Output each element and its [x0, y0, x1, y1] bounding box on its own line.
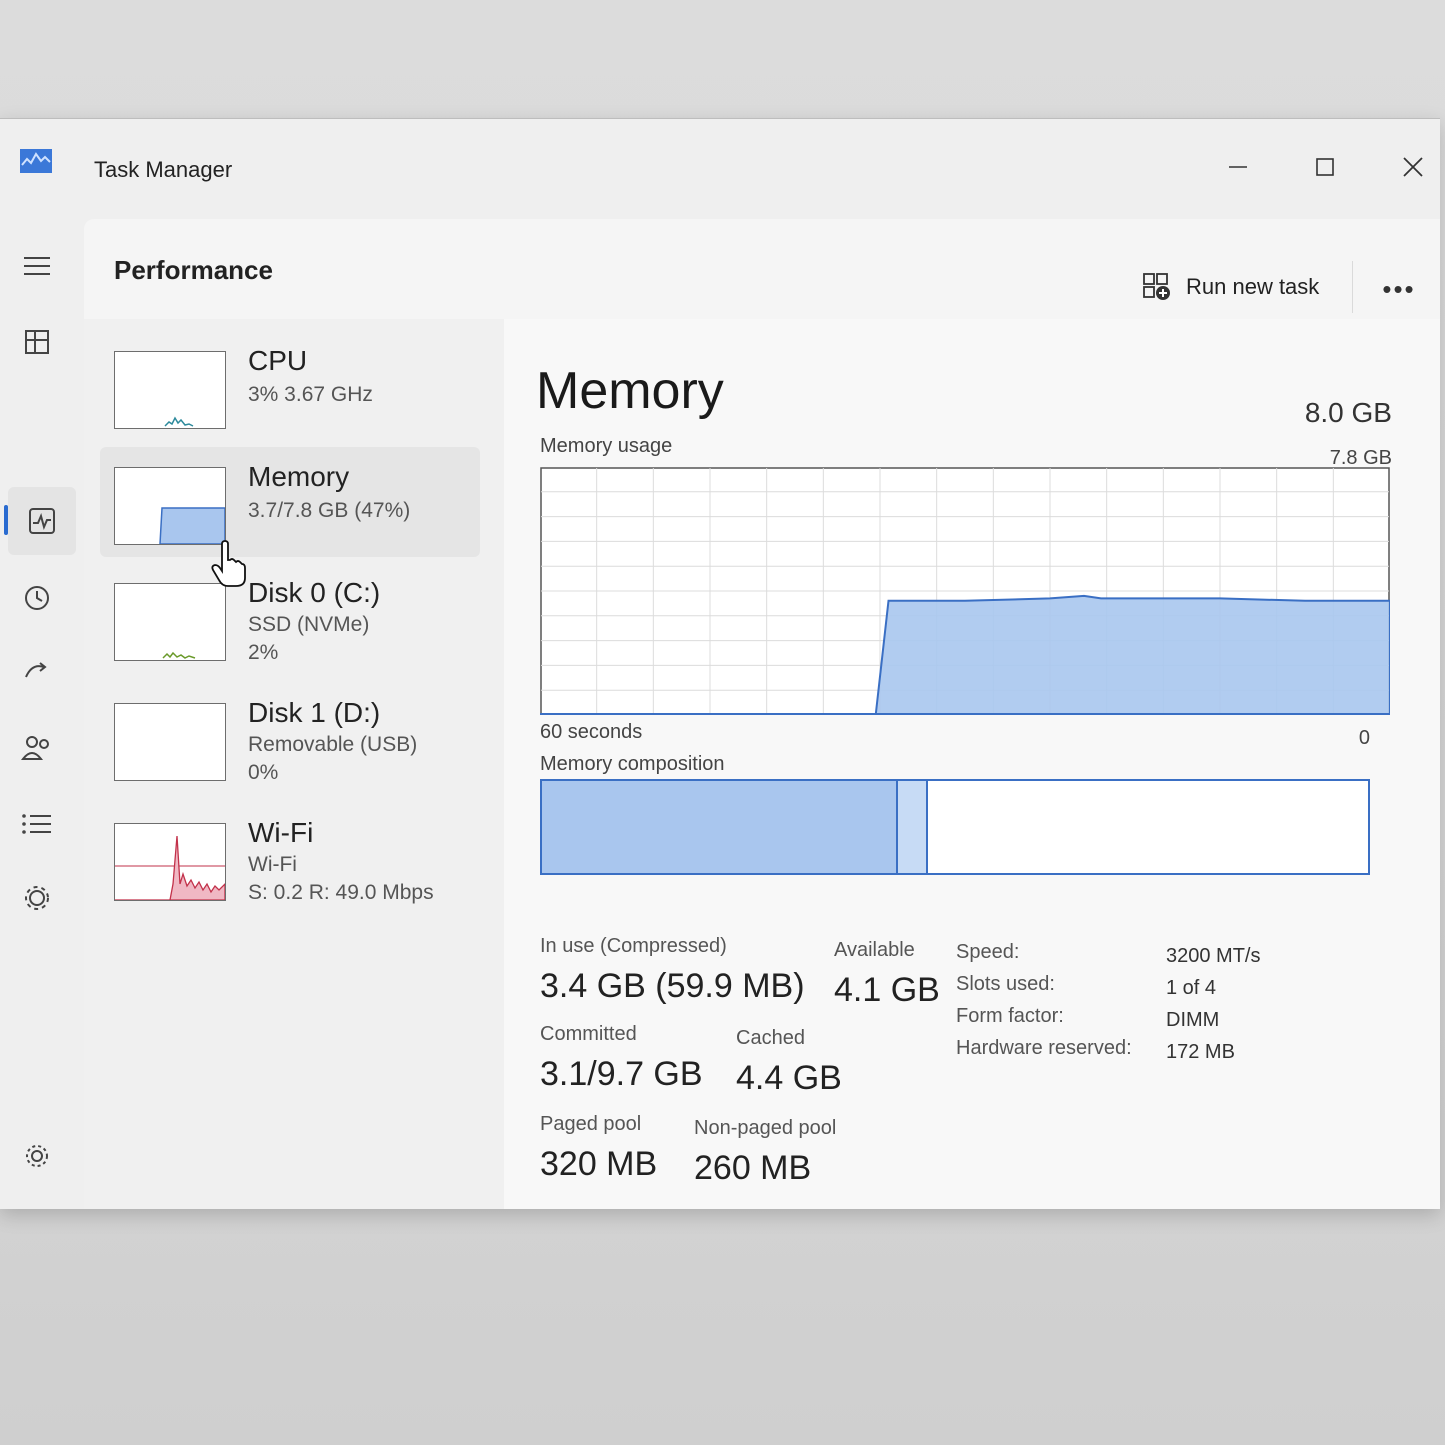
memory-usage-graph: [540, 467, 1390, 715]
paged-pool-label: Paged pool: [540, 1113, 642, 1135]
resource-item-disk0[interactable]: Disk 0 (C:) SSD (NVMe) 2%: [100, 563, 480, 673]
detail-key-slots: Slots used:: [956, 973, 1055, 995]
startup-icon: [25, 662, 47, 678]
resource-item-disk1[interactable]: Disk 1 (D:) Removable (USB) 0%: [100, 683, 480, 793]
resource-item-cpu[interactable]: CPU 3% 3.67 GHz: [100, 331, 480, 441]
run-new-task-icon: [1143, 273, 1170, 300]
settings-gear-icon: [26, 1145, 48, 1167]
performance-icon: [29, 508, 55, 534]
run-new-task-label: Run new task: [1186, 274, 1320, 299]
nav-settings[interactable]: [14, 1133, 60, 1179]
resource-name: Memory: [248, 461, 350, 492]
nav-startup-apps[interactable]: [14, 649, 60, 695]
nav-performance[interactable]: [8, 487, 76, 555]
more-options-icon: •••: [1382, 273, 1416, 304]
processes-icon: [25, 330, 49, 354]
content-pane: Performance Run new task ••• CPU 3% 3.67…: [84, 219, 1440, 1209]
resource-detail: SSD (NVMe): [248, 613, 370, 636]
task-manager-app-icon: [20, 149, 52, 173]
detail-value-speed: 3200 MT/s: [1166, 945, 1261, 967]
resource-detail: Wi-Fi: [248, 853, 297, 876]
cached-value: 4.4 GB: [736, 1059, 842, 1097]
non-paged-pool-label: Non-paged pool: [694, 1117, 837, 1139]
detail-key-speed: Speed:: [956, 941, 1020, 963]
disk0-thumbnail-graph: [114, 583, 226, 661]
cpu-thumbnail-graph: [114, 351, 226, 429]
run-new-task-button[interactable]: Run new task: [1142, 269, 1319, 305]
details-list-icon: [22, 814, 51, 834]
available-label: Available: [834, 939, 915, 961]
window-title: Task Manager: [94, 157, 233, 182]
memory-title: Memory: [536, 362, 724, 420]
paged-pool-value: 320 MB: [540, 1145, 658, 1183]
committed-label: Committed: [540, 1023, 637, 1045]
memory-usage-label: Memory usage: [540, 435, 673, 457]
close-button[interactable]: [1391, 145, 1435, 189]
hand-pointer-cursor-icon: [211, 540, 246, 587]
memory-composition-bar: [540, 779, 1370, 875]
resource-usage: 0%: [248, 761, 279, 784]
minimize-button[interactable]: [1216, 145, 1260, 189]
resource-name: Disk 1 (D:): [248, 697, 381, 728]
committed-value: 3.1/9.7 GB: [540, 1055, 703, 1093]
title-bar: Task Manager: [0, 119, 1440, 219]
nav-services[interactable]: [14, 875, 60, 921]
in-use-label: In use (Compressed): [540, 935, 727, 957]
maximize-button[interactable]: [1303, 145, 1347, 189]
resource-name: Wi-Fi: [248, 817, 314, 848]
page-header: Performance Run new task •••: [84, 219, 1440, 320]
memory-thumbnail-graph: [114, 467, 226, 545]
page-title: Performance: [114, 255, 273, 285]
maximize-icon: [1316, 158, 1334, 176]
detail-value-slots: 1 of 4: [1166, 977, 1217, 999]
memory-total: 8.0 GB: [1304, 397, 1392, 428]
detail-key-hardware-reserved: Hardware reserved:: [956, 1037, 1132, 1059]
detail-key-form-factor: Form factor:: [956, 1005, 1064, 1027]
graph-time-span: 60 seconds: [540, 721, 643, 743]
resource-list: CPU 3% 3.67 GHz Memory 3.7/7.8 GB (47%) …: [84, 319, 504, 1209]
navigation-rail: [0, 219, 84, 1209]
resource-usage: 2%: [248, 641, 279, 664]
available-value: 4.1 GB: [834, 971, 940, 1009]
hamburger-menu-button[interactable]: [14, 243, 60, 289]
memory-detail-panel: Memory 8.0 GB Memory usage 7.8 GB 60 sec…: [504, 319, 1440, 1209]
nav-app-history[interactable]: [14, 575, 60, 621]
resource-throughput: S: 0.2 R: 49.0 Mbps: [248, 881, 434, 904]
disk1-thumbnail-graph: [114, 703, 226, 781]
detail-value-hardware-reserved: 172 MB: [1166, 1041, 1235, 1063]
resource-detail: 3% 3.67 GHz: [248, 383, 373, 406]
wifi-thumbnail-graph: [114, 823, 226, 901]
users-icon: [21, 736, 49, 760]
in-use-value: 3.4 GB (59.9 MB): [540, 967, 805, 1005]
nav-processes[interactable]: [14, 319, 60, 365]
nav-users[interactable]: [14, 725, 60, 771]
hamburger-icon: [24, 257, 50, 275]
detail-value-form-factor: DIMM: [1166, 1009, 1220, 1031]
resource-detail: 3.7/7.8 GB (47%): [248, 499, 411, 522]
resource-item-memory[interactable]: Memory 3.7/7.8 GB (47%): [100, 447, 480, 557]
resource-item-wifi[interactable]: Wi-Fi Wi-Fi S: 0.2 R: 49.0 Mbps: [100, 803, 480, 913]
nav-details[interactable]: [14, 801, 60, 847]
resource-detail: Removable (USB): [248, 733, 418, 756]
non-paged-pool-value: 260 MB: [694, 1149, 812, 1187]
history-icon: [25, 586, 49, 610]
task-manager-window: Task Manager Performance Run new task ••…: [0, 118, 1440, 1209]
graph-time-end: 0: [1358, 727, 1370, 749]
resource-name: Disk 0 (C:): [248, 577, 381, 608]
composition-modified-segment: [896, 779, 928, 875]
cached-label: Cached: [736, 1027, 805, 1049]
header-separator: [1352, 261, 1353, 313]
minimize-icon: [1229, 166, 1247, 168]
more-options-button[interactable]: •••: [1374, 271, 1424, 307]
composition-in-use-segment: [540, 779, 898, 875]
close-icon: [1403, 157, 1423, 177]
resource-name: CPU: [248, 345, 308, 376]
services-icon: [25, 886, 49, 910]
memory-composition-label: Memory composition: [540, 753, 725, 775]
